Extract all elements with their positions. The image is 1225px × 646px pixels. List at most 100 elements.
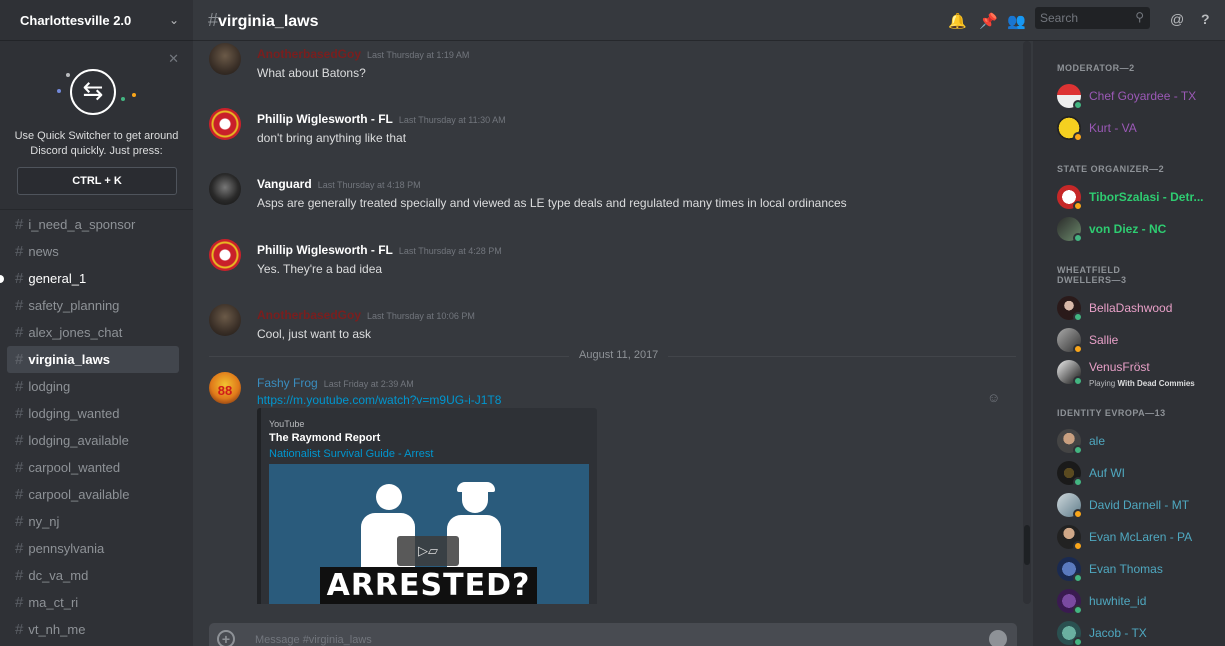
member-item[interactable]: Auf WI [1057, 461, 1225, 489]
member-name: Sallie [1089, 333, 1119, 347]
emoji-icon[interactable] [989, 630, 1007, 646]
sidebar-item-dc-va-md[interactable]: # dc_va_md [7, 562, 179, 589]
member-item[interactable]: Evan Thomas [1057, 557, 1225, 585]
message-link[interactable]: https://m.youtube.com/watch?v=m9UG-i-J1T… [257, 393, 501, 407]
sidebar-item-safety-planning[interactable]: # safety_planning [7, 292, 179, 319]
member-item[interactable]: VenusFröst Playing With Dead Commies [1057, 360, 1225, 388]
member-item[interactable]: David Darnell - MT [1057, 493, 1225, 521]
avatar[interactable] [209, 304, 241, 336]
hash-icon: # [15, 351, 24, 368]
hash-icon: # [15, 297, 24, 314]
message-text: Yes. They're a bad idea [257, 262, 383, 276]
channel-list: # i_need_a_sponsor # news # general_1 # safety_… [0, 210, 193, 643]
activity-name: With Dead Commies [1117, 379, 1195, 388]
mentions-icon[interactable]: @ [1170, 11, 1184, 27]
quick-switcher-line2: Discord quickly. Just press: [30, 145, 163, 157]
sidebar-item-news[interactable]: # news [7, 238, 179, 265]
message-author[interactable]: Fashy Frog [257, 376, 318, 390]
sidebar-item-pennsylvania[interactable]: # pennsylvania [7, 535, 179, 562]
status-online-icon [1073, 233, 1083, 243]
sidebar-item-lodging-available[interactable]: # lodging_available [7, 427, 179, 454]
avatar[interactable]: 88 [209, 372, 241, 404]
channel-label: vt_nh_me [28, 622, 86, 637]
channel-label: safety_planning [28, 298, 120, 313]
avatar[interactable] [209, 239, 241, 271]
status-idle-icon [1073, 541, 1083, 551]
scrollbar-thumb[interactable] [1024, 525, 1030, 565]
channel-label: pennsylvania [28, 541, 105, 556]
channel-label: general_1 [28, 271, 87, 286]
channel-sidebar: ✕ ⇆ Use Quick Switcher to get around Dis… [0, 41, 193, 646]
add-reaction-icon[interactable]: ☺ [987, 390, 1000, 405]
member-name: Kurt - VA [1089, 121, 1137, 135]
message-timestamp: Last Thursday at 1:19 AM [367, 50, 470, 60]
sidebar-item-carpool-wanted[interactable]: # carpool_wanted [7, 454, 179, 481]
hash-icon: # [15, 486, 24, 503]
hash-icon: # [15, 270, 24, 287]
message-input[interactable]: + Message #virginia_laws [209, 623, 1017, 646]
avatar[interactable] [209, 108, 241, 140]
member-name: TiborSzalasi - Detr... [1089, 190, 1204, 204]
message-text: Asps are generally treated specially and… [257, 196, 847, 210]
members-icon[interactable]: 👥 [1007, 12, 1026, 30]
sidebar-item-lodging-wanted[interactable]: # lodging_wanted [7, 400, 179, 427]
channel-label: virginia_laws [28, 352, 110, 367]
member-item[interactable]: TiborSzalasi - Detr... [1057, 185, 1225, 213]
sidebar-item-vt-nh-me[interactable]: # vt_nh_me [7, 616, 179, 643]
status-online-icon [1073, 445, 1083, 455]
message-author[interactable]: Phillip Wiglesworth - FL [257, 112, 393, 126]
search-input[interactable]: Search ⚲ [1035, 7, 1150, 29]
message-timestamp: Last Friday at 2:39 AM [323, 379, 414, 389]
message-author[interactable]: Vanguard [257, 177, 312, 191]
sidebar-item-alex-jones-chat[interactable]: # alex_jones_chat [7, 319, 179, 346]
member-item[interactable]: BellaDashwood [1057, 296, 1225, 324]
member-group-header: IDENTITY EVROPA—13 [1057, 408, 1166, 418]
channel-label: lodging_wanted [28, 406, 120, 421]
message-author[interactable]: AnotherbasedGoy [257, 47, 361, 61]
message-text: don't bring anything like that [257, 131, 407, 145]
chevron-down-icon[interactable]: ⌄ [169, 13, 179, 27]
server-header[interactable]: Charlottesville 2.0 ⌄ [0, 0, 193, 41]
embed-author[interactable]: The Raymond Report [269, 432, 380, 444]
hash-icon: # [15, 567, 24, 584]
message-author[interactable]: Phillip Wiglesworth - FL [257, 243, 393, 257]
status-online-icon [1073, 376, 1083, 386]
hash-icon: # [15, 405, 24, 422]
close-icon[interactable]: ✕ [168, 51, 179, 67]
channel-label: lodging_available [28, 433, 129, 448]
sidebar-item-ma-ct-ri[interactable]: # ma_ct_ri [7, 589, 179, 616]
quick-switcher-text: Use Quick Switcher to get around Discord… [10, 129, 183, 159]
play-icon[interactable]: ▷▱ [397, 536, 459, 566]
embed-title-link[interactable]: Nationalist Survival Guide - Arrest [269, 448, 433, 460]
message-author[interactable]: AnotherbasedGoy [257, 308, 361, 322]
sidebar-item-general-1[interactable]: # general_1 [0, 265, 179, 292]
help-icon[interactable]: ? [1201, 11, 1210, 27]
sidebar-item-lodging[interactable]: # lodging [7, 373, 179, 400]
member-item[interactable]: von Diez - NC [1057, 217, 1225, 245]
upload-icon[interactable]: + [217, 630, 235, 646]
scrollbar-track[interactable] [1023, 41, 1031, 604]
channel-label: news [28, 244, 59, 259]
member-item[interactable]: huwhite_id [1057, 589, 1225, 617]
sidebar-item-virginia-laws[interactable]: # virginia_laws [7, 346, 179, 373]
avatar[interactable] [209, 43, 241, 75]
shortcut-key[interactable]: CTRL + K [17, 167, 177, 195]
member-item[interactable]: Chef Goyardee - TX [1057, 84, 1225, 112]
sidebar-item-i-need-a-sponsor[interactable]: # i_need_a_sponsor [7, 211, 179, 238]
member-item[interactable]: ale [1057, 429, 1225, 457]
pin-icon[interactable]: 📌 [979, 12, 998, 30]
sidebar-item-ny-nj[interactable]: # ny_nj [7, 508, 179, 535]
channel-title: #virginia_laws [208, 10, 319, 31]
member-item[interactable]: Jacob - TX [1057, 621, 1225, 646]
status-online-icon [1073, 100, 1083, 110]
member-item[interactable]: Kurt - VA [1057, 116, 1225, 144]
member-name: BellaDashwood [1089, 301, 1173, 315]
avatar[interactable] [209, 173, 241, 205]
member-item[interactable]: Evan McLaren - PA [1057, 525, 1225, 553]
channel-label: alex_jones_chat [28, 325, 123, 340]
bell-icon[interactable]: 🔔 [948, 12, 967, 30]
sidebar-item-carpool-available[interactable]: # carpool_available [7, 481, 179, 508]
video-thumbnail[interactable]: ▷▱ ARRESTED? [269, 464, 589, 604]
member-item[interactable]: Sallie [1057, 328, 1225, 356]
channel-header: #virginia_laws 🔔 📌 👥 Search ⚲ @ ? [193, 0, 1225, 41]
